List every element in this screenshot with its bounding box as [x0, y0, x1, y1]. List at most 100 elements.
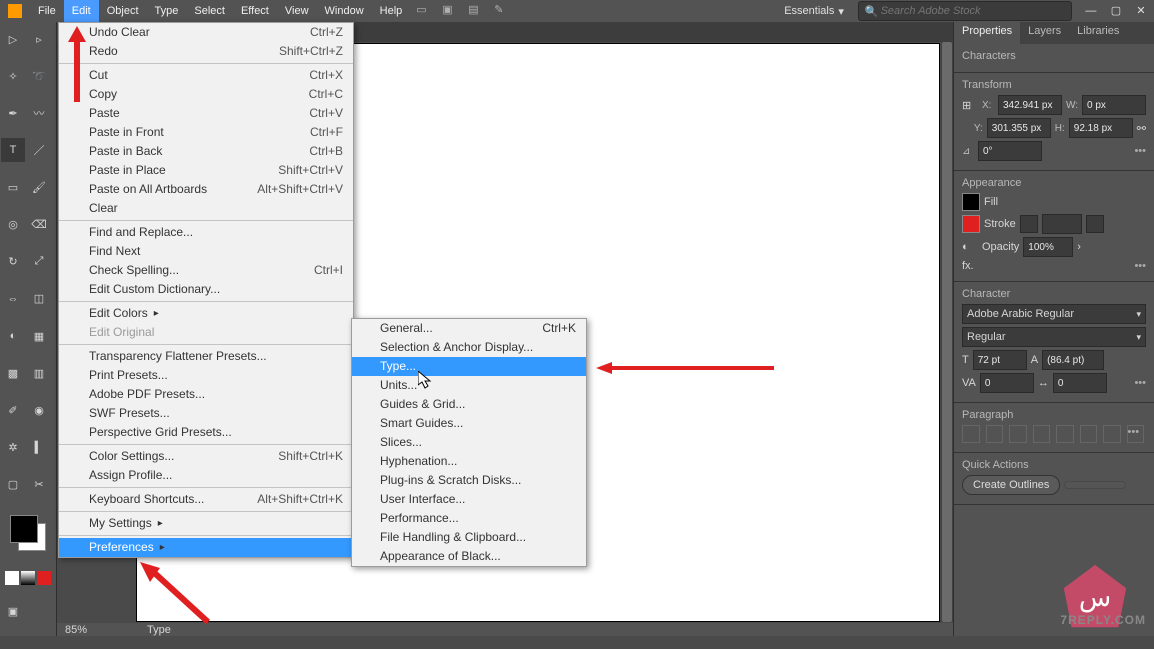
- prefs-menu-item[interactable]: User Interface...: [352, 490, 586, 509]
- close-button[interactable]: ✕: [1132, 4, 1150, 18]
- leading-input[interactable]: [1042, 350, 1104, 370]
- appearance-more-icon[interactable]: •••: [1134, 260, 1146, 272]
- stroke-swatch-icon[interactable]: [962, 215, 980, 233]
- align-right-icon[interactable]: [1009, 425, 1027, 443]
- selection-tool[interactable]: ▷: [1, 27, 25, 51]
- create-outlines-button[interactable]: Create Outlines: [962, 475, 1060, 495]
- menu-effect[interactable]: Effect: [233, 0, 277, 22]
- prefs-menu-item[interactable]: Plug-ins & Scratch Disks...: [352, 471, 586, 490]
- edit-menu-item[interactable]: Edit Colors: [59, 304, 353, 323]
- edit-menu-item[interactable]: Keyboard Shortcuts...Alt+Shift+Ctrl+K: [59, 490, 353, 509]
- type-tool[interactable]: T: [1, 138, 25, 162]
- shape-builder-tool[interactable]: ◐: [1, 324, 25, 348]
- stroke-weight-up[interactable]: [1086, 215, 1104, 233]
- font-family-select[interactable]: Adobe Arabic Regular: [962, 304, 1146, 324]
- prefs-menu-item[interactable]: Appearance of Black...: [352, 547, 586, 566]
- edit-menu-item[interactable]: Preferences: [59, 538, 353, 557]
- mb-icon-1[interactable]: ▭: [416, 3, 432, 19]
- edit-menu-item[interactable]: Transparency Flattener Presets...: [59, 347, 353, 366]
- edit-menu-item[interactable]: Print Presets...: [59, 366, 353, 385]
- prefs-menu-item[interactable]: File Handling & Clipboard...: [352, 528, 586, 547]
- align-left-icon[interactable]: [962, 425, 980, 443]
- line-tool[interactable]: ／: [27, 138, 51, 162]
- tab-layers[interactable]: Layers: [1020, 22, 1069, 44]
- shaper-tool[interactable]: ◎: [1, 213, 25, 237]
- edit-menu-item[interactable]: CutCtrl+X: [59, 66, 353, 85]
- edit-menu-item[interactable]: SWF Presets...: [59, 404, 353, 423]
- mb-icon-4[interactable]: ✎: [494, 3, 510, 19]
- transform-h-input[interactable]: [1069, 118, 1133, 138]
- align-center-icon[interactable]: [986, 425, 1004, 443]
- menu-type[interactable]: Type: [147, 0, 187, 22]
- prefs-menu-item[interactable]: Slices...: [352, 433, 586, 452]
- tab-properties[interactable]: Properties: [954, 22, 1020, 44]
- tracking-input[interactable]: [1053, 373, 1107, 393]
- mb-icon-2[interactable]: ▣: [442, 3, 458, 19]
- screen-mode[interactable]: ▣: [1, 600, 25, 624]
- stock-search-input[interactable]: [879, 4, 1065, 18]
- justify-right-icon[interactable]: [1080, 425, 1098, 443]
- character-more-icon[interactable]: •••: [1134, 377, 1146, 389]
- menu-file[interactable]: File: [30, 0, 64, 22]
- maximize-button[interactable]: ▢: [1107, 4, 1125, 18]
- justify-left-icon[interactable]: [1033, 425, 1051, 443]
- prefs-menu-item[interactable]: General...Ctrl+K: [352, 319, 586, 338]
- eraser-tool[interactable]: ⌫: [27, 213, 51, 237]
- edit-menu-item[interactable]: RedoShift+Ctrl+Z: [59, 42, 353, 61]
- width-tool[interactable]: ⇔: [1, 287, 25, 311]
- stock-search[interactable]: 🔍: [858, 1, 1072, 21]
- prefs-menu-item[interactable]: Units...: [352, 376, 586, 395]
- pen-tool[interactable]: ✒: [1, 101, 25, 125]
- edit-menu-item[interactable]: Edit Custom Dictionary...: [59, 280, 353, 299]
- transform-angle-input[interactable]: [978, 141, 1042, 161]
- edit-menu-item[interactable]: Check Spelling...Ctrl+I: [59, 261, 353, 280]
- workspace-switcher[interactable]: Essentials ▾: [776, 5, 852, 18]
- paragraph-more-icon[interactable]: •••: [1127, 425, 1145, 443]
- lasso-tool[interactable]: ➰: [27, 64, 51, 88]
- menu-view[interactable]: View: [277, 0, 317, 22]
- column-graph-tool[interactable]: ▍: [27, 435, 51, 459]
- gradient-mode[interactable]: [21, 571, 35, 585]
- justify-all-icon[interactable]: [1103, 425, 1121, 443]
- edit-menu-item[interactable]: Color Settings...Shift+Ctrl+K: [59, 447, 353, 466]
- rectangle-tool[interactable]: ▭: [1, 176, 25, 200]
- transform-more-icon[interactable]: •••: [1134, 145, 1146, 157]
- direct-selection-tool[interactable]: ▹: [27, 27, 51, 51]
- edit-menu-item[interactable]: Find and Replace...: [59, 223, 353, 242]
- scale-tool[interactable]: ⤢: [27, 250, 51, 274]
- edit-menu-item[interactable]: PasteCtrl+V: [59, 104, 353, 123]
- prefs-menu-item[interactable]: Performance...: [352, 509, 586, 528]
- free-transform-tool[interactable]: ◫: [27, 287, 51, 311]
- prefs-menu-item[interactable]: Smart Guides...: [352, 414, 586, 433]
- tab-libraries[interactable]: Libraries: [1069, 22, 1127, 44]
- ref-point-icon[interactable]: ⊞: [962, 99, 978, 112]
- menu-help[interactable]: Help: [372, 0, 411, 22]
- quick-action-2-button[interactable]: [1064, 481, 1126, 489]
- kerning-input[interactable]: [980, 373, 1034, 393]
- link-icon[interactable]: ⚯: [1137, 122, 1146, 135]
- paintbrush-tool[interactable]: 🖌: [27, 176, 51, 200]
- artboard-tool[interactable]: ▢: [1, 473, 25, 497]
- fill-stroke-swatch[interactable]: [10, 515, 46, 551]
- edit-menu-item[interactable]: Perspective Grid Presets...: [59, 423, 353, 442]
- menu-edit[interactable]: Edit: [64, 0, 99, 22]
- magic-wand-tool[interactable]: ✧: [1, 64, 25, 88]
- stroke-weight-input[interactable]: [1042, 214, 1082, 234]
- eyedropper-tool[interactable]: ✐: [1, 398, 25, 422]
- edit-menu-item[interactable]: Undo ClearCtrl+Z: [59, 23, 353, 42]
- edit-menu-item[interactable]: Paste on All ArtboardsAlt+Shift+Ctrl+V: [59, 180, 353, 199]
- slice-tool[interactable]: ✂: [27, 473, 51, 497]
- mesh-tool[interactable]: ▩: [1, 361, 25, 385]
- opacity-input[interactable]: [1023, 237, 1073, 257]
- symbol-sprayer-tool[interactable]: ✲: [1, 435, 25, 459]
- edit-menu-item[interactable]: Paste in BackCtrl+B: [59, 142, 353, 161]
- menu-object[interactable]: Object: [99, 0, 147, 22]
- prefs-menu-item[interactable]: Guides & Grid...: [352, 395, 586, 414]
- fill-swatch[interactable]: [10, 515, 38, 543]
- edit-menu-item[interactable]: Clear: [59, 199, 353, 218]
- mb-icon-3[interactable]: ▤: [468, 3, 484, 19]
- edit-menu-item[interactable]: Find Next: [59, 242, 353, 261]
- fill-swatch-icon[interactable]: [962, 193, 980, 211]
- font-style-select[interactable]: Regular: [962, 327, 1146, 347]
- none-mode[interactable]: [37, 571, 51, 585]
